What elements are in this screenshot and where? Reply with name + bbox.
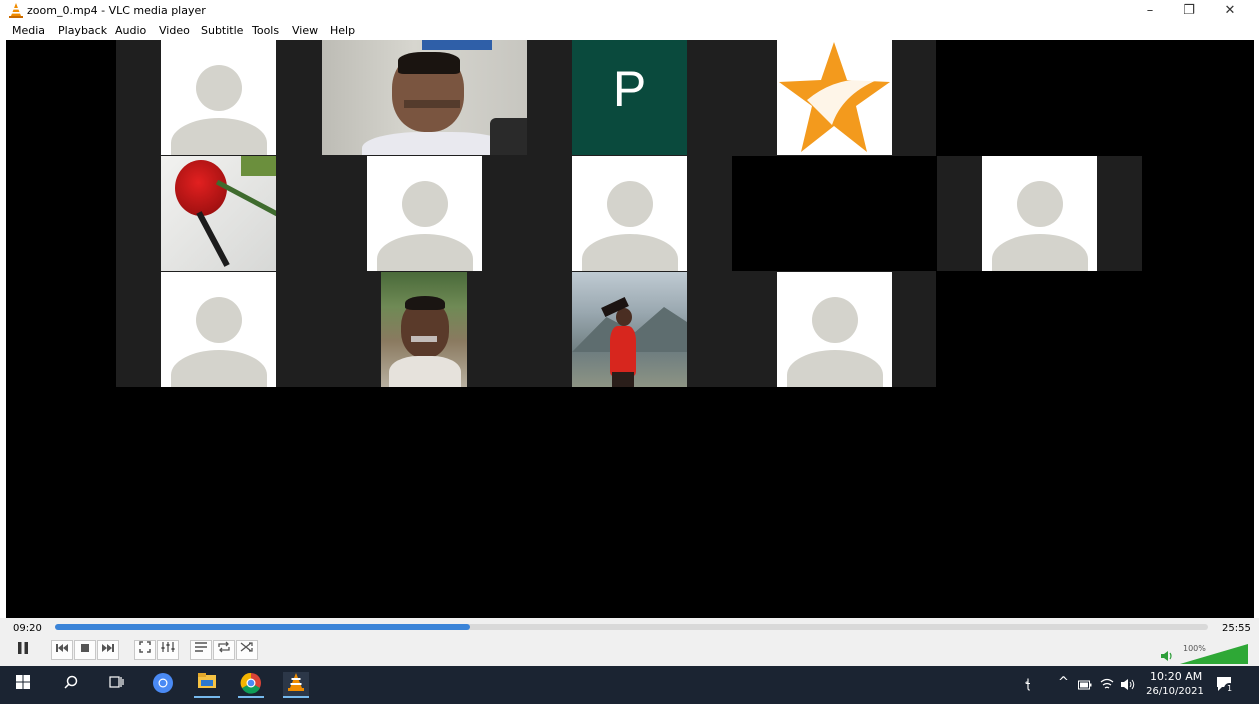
menu-audio[interactable]: Audio (115, 24, 146, 37)
total-time: 25:55 (1222, 623, 1251, 634)
shuffle-icon (240, 642, 253, 652)
participant-rose-tile (161, 156, 276, 271)
pause-button[interactable] (10, 640, 36, 660)
vlc-icon[interactable] (283, 672, 309, 698)
menu-tools[interactable]: Tools (252, 24, 279, 37)
chrome-icon[interactable] (238, 672, 264, 698)
empty-tile (732, 156, 937, 271)
star-icon (779, 42, 890, 152)
stop-icon (81, 644, 89, 652)
speaker-icon[interactable] (1120, 678, 1136, 691)
playlist-icon (195, 642, 207, 652)
previous-icon (56, 644, 68, 652)
participant-star-tile (777, 40, 892, 155)
participant-video-woman-mountain (572, 272, 687, 387)
extended-settings-button[interactable] (157, 640, 179, 660)
menu-playback[interactable]: Playback (58, 24, 107, 37)
volume-slider[interactable] (1180, 644, 1248, 664)
search-icon[interactable] (58, 672, 84, 698)
menu-bar: Media Playback Audio Video Subtitle Tool… (0, 22, 1259, 40)
people-icon[interactable]: ꞎ (1025, 677, 1031, 691)
minimize-button[interactable]: – (1135, 2, 1165, 20)
participant-tile-avatar (982, 156, 1097, 271)
playlist-button[interactable] (190, 640, 212, 660)
participant-tile-avatar (777, 272, 892, 387)
restore-button[interactable]: ❐ (1174, 2, 1204, 20)
pause-icon (18, 642, 28, 654)
seek-bar-fill (55, 624, 471, 630)
participant-video-man-glasses (322, 40, 527, 155)
elapsed-time: 09:20 (13, 623, 42, 634)
participant-tile-avatar (367, 156, 482, 271)
participant-video-man-outdoors (381, 272, 467, 387)
seek-bar[interactable] (55, 624, 1208, 630)
windows-start-icon[interactable] (10, 672, 36, 698)
battery-icon[interactable] (1078, 680, 1092, 690)
video-area[interactable]: P (6, 40, 1254, 618)
participant-tile-avatar (572, 156, 687, 271)
stop-button[interactable] (74, 640, 96, 660)
task-view-icon[interactable] (103, 672, 129, 698)
volume-icon[interactable] (1160, 650, 1174, 662)
menu-video[interactable]: Video (159, 24, 190, 37)
file-explorer-icon[interactable] (194, 672, 220, 698)
equalizer-icon (161, 642, 175, 652)
loop-button[interactable] (213, 640, 235, 660)
next-button[interactable] (97, 640, 119, 660)
notification-count-badge: 1 (1224, 683, 1235, 694)
participant-initial: P (612, 61, 647, 117)
loop-icon (218, 641, 230, 653)
shuffle-button[interactable] (236, 640, 258, 660)
next-icon (102, 644, 114, 652)
clock-time[interactable]: 10:20 AM (1150, 670, 1202, 683)
menu-help[interactable]: Help (330, 24, 355, 37)
participant-tile-avatar (161, 40, 276, 155)
wifi-icon[interactable] (1100, 678, 1114, 691)
chrome-icon[interactable] (150, 672, 176, 698)
participant-tile-avatar (161, 272, 276, 387)
clock-date[interactable]: 26/10/2021 (1146, 686, 1204, 697)
chevron-up-icon[interactable]: ^ (1058, 675, 1069, 690)
menu-view[interactable]: View (292, 24, 318, 37)
fullscreen-button[interactable] (134, 640, 156, 660)
vlc-cone-icon (9, 3, 23, 18)
fullscreen-icon (139, 641, 151, 653)
windows-taskbar: ꞎ ^ 10:20 AM 26/10/2021 1 (0, 666, 1259, 704)
title-bar: zoom_0.mp4 - VLC media player – ❐ ✕ (0, 0, 1259, 22)
previous-button[interactable] (51, 640, 73, 660)
window-title: zoom_0.mp4 - VLC media player (27, 4, 206, 17)
notification-center-button[interactable]: 1 (1215, 675, 1235, 695)
menu-media[interactable]: Media (12, 24, 45, 37)
close-button[interactable]: ✕ (1215, 2, 1245, 20)
participant-initial-tile: P (572, 40, 687, 155)
menu-subtitle[interactable]: Subtitle (201, 24, 243, 37)
player-controls: 09:20 25:55 100% (0, 618, 1259, 666)
